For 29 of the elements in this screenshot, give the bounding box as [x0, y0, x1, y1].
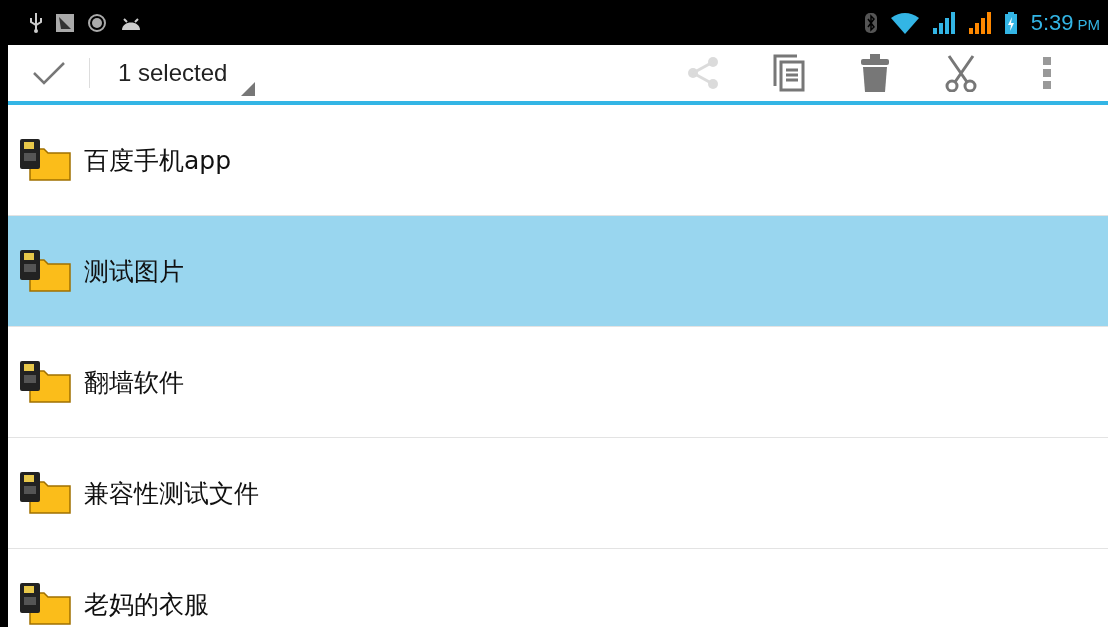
clock: 5:39 PM: [1030, 9, 1100, 36]
folder-with-sd-card-icon: [20, 361, 72, 403]
folder-with-sd-card-icon: [20, 472, 72, 514]
dropdown-corner-icon: [241, 82, 256, 96]
notification-image-icon: [56, 13, 74, 32]
selection-dropdown[interactable]: 1 selected: [118, 50, 256, 96]
radio-icon: [88, 13, 106, 32]
wifi-icon: [890, 11, 919, 34]
usb-icon: [30, 12, 42, 33]
folder-name: 百度手机app: [84, 144, 232, 177]
checkmark-icon: [31, 61, 66, 85]
copy-icon: [773, 54, 805, 92]
bluetooth-icon: [864, 12, 877, 33]
folder-name: 测试图片: [84, 255, 184, 288]
folder-with-sd-card-icon: [20, 583, 72, 625]
signal-icon: [968, 11, 991, 34]
folder-with-sd-card-icon: [20, 139, 72, 181]
folder-name: 翻墙软件: [84, 366, 184, 399]
overflow-menu-icon: [1043, 57, 1051, 89]
folder-with-sd-card-icon: [20, 250, 72, 292]
folder-row[interactable]: 测试图片: [8, 216, 1108, 327]
scissors-icon: [945, 54, 977, 92]
trash-icon: [861, 54, 889, 92]
folder-name: 兼容性测试文件: [84, 477, 259, 510]
folder-name: 老妈的衣服: [84, 588, 209, 621]
battery-charging-icon: [1004, 11, 1017, 34]
android-icon: [120, 15, 142, 30]
signal-icon: [932, 11, 955, 34]
share-icon: [687, 56, 719, 90]
